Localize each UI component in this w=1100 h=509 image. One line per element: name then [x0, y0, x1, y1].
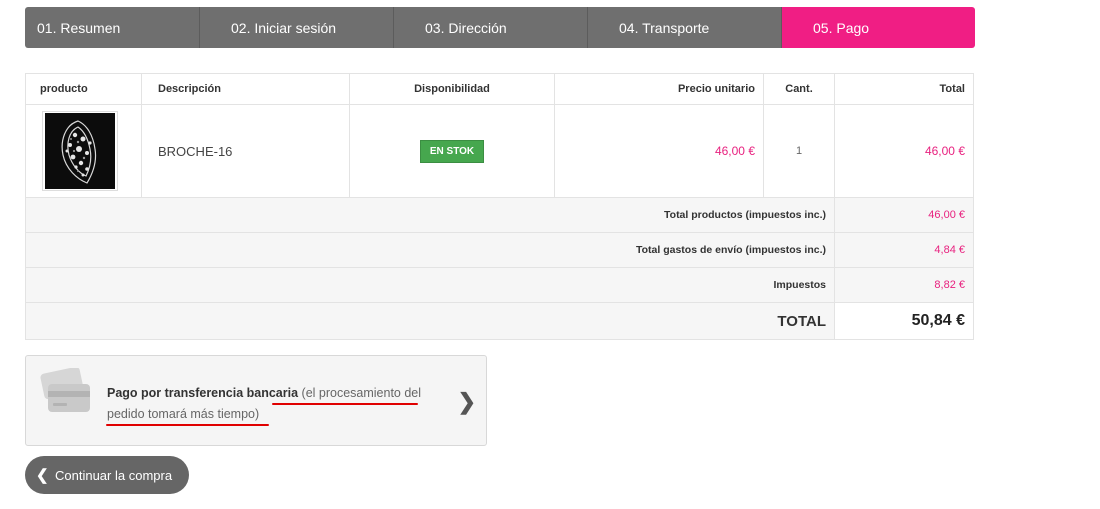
header-unit-price: Precio unitario: [554, 73, 764, 105]
shipping-total-label: Total gastos de envío (impuestos inc.): [25, 232, 835, 268]
bank-transfer-payment-option[interactable]: Pago por transferencia bancaria (el proc…: [25, 355, 487, 446]
unit-price: 46,00 €: [554, 104, 764, 198]
step-shipping[interactable]: 04. Transporte: [588, 7, 782, 48]
header-product: producto: [25, 73, 142, 105]
summary-taxes-row: Impuestos 8,82 €: [25, 267, 974, 303]
products-total-label: Total productos (impuestos inc.): [25, 197, 835, 233]
cart-table: producto Descripción Disponibilidad Prec…: [25, 73, 974, 340]
header-description: Descripción: [141, 73, 350, 105]
summary-products-row: Total productos (impuestos inc.) 46,00 €: [25, 197, 974, 233]
summary-shipping-row: Total gastos de envío (impuestos inc.) 4…: [25, 232, 974, 268]
checkout-steps: 01. Resumen 02. Iniciar sesión 03. Direc…: [25, 7, 975, 48]
grand-total-label: TOTAL: [25, 302, 835, 340]
table-row: BROCHE-16 EN STOK 46,00 € 1 46,00 €: [25, 104, 974, 198]
availability-cell: EN STOK: [349, 104, 555, 198]
shipping-total-value: 4,84 €: [834, 232, 974, 268]
step-login[interactable]: 02. Iniciar sesión: [200, 7, 394, 48]
annotation-underline-1: [272, 403, 418, 405]
product-description[interactable]: BROCHE-16: [141, 104, 350, 198]
taxes-label: Impuestos: [25, 267, 835, 303]
annotation-underline-2: [106, 424, 269, 426]
header-availability: Disponibilidad: [349, 73, 555, 105]
continue-shopping-button[interactable]: ❮ Continuar la compra: [25, 456, 189, 494]
quantity: 1: [763, 104, 835, 198]
payment-title: Pago por transferencia bancaria: [107, 386, 299, 400]
brooch-image: [45, 113, 115, 189]
cart-header-row: producto Descripción Disponibilidad Prec…: [25, 73, 974, 105]
chevron-right-icon: ❯: [457, 389, 476, 414]
product-image-cell: [25, 104, 142, 198]
taxes-value: 8,82 €: [834, 267, 974, 303]
products-total-value: 46,00 €: [834, 197, 974, 233]
grand-total-value: 50,84 €: [834, 302, 974, 340]
chevron-left-icon: ❮: [36, 467, 49, 484]
credit-card-icon: [38, 366, 94, 418]
step-payment: 05. Pago: [782, 7, 975, 48]
line-total: 46,00 €: [834, 104, 974, 198]
continue-shopping-label: Continuar la compra: [55, 467, 173, 483]
header-qty: Cant.: [763, 73, 835, 105]
summary-grand-row: TOTAL 50,84 €: [25, 302, 974, 340]
step-address[interactable]: 03. Dirección: [394, 7, 588, 48]
step-summary[interactable]: 01. Resumen: [25, 7, 200, 48]
stock-badge: EN STOK: [419, 139, 485, 163]
header-total: Total: [834, 73, 974, 105]
product-thumbnail[interactable]: [42, 111, 118, 191]
